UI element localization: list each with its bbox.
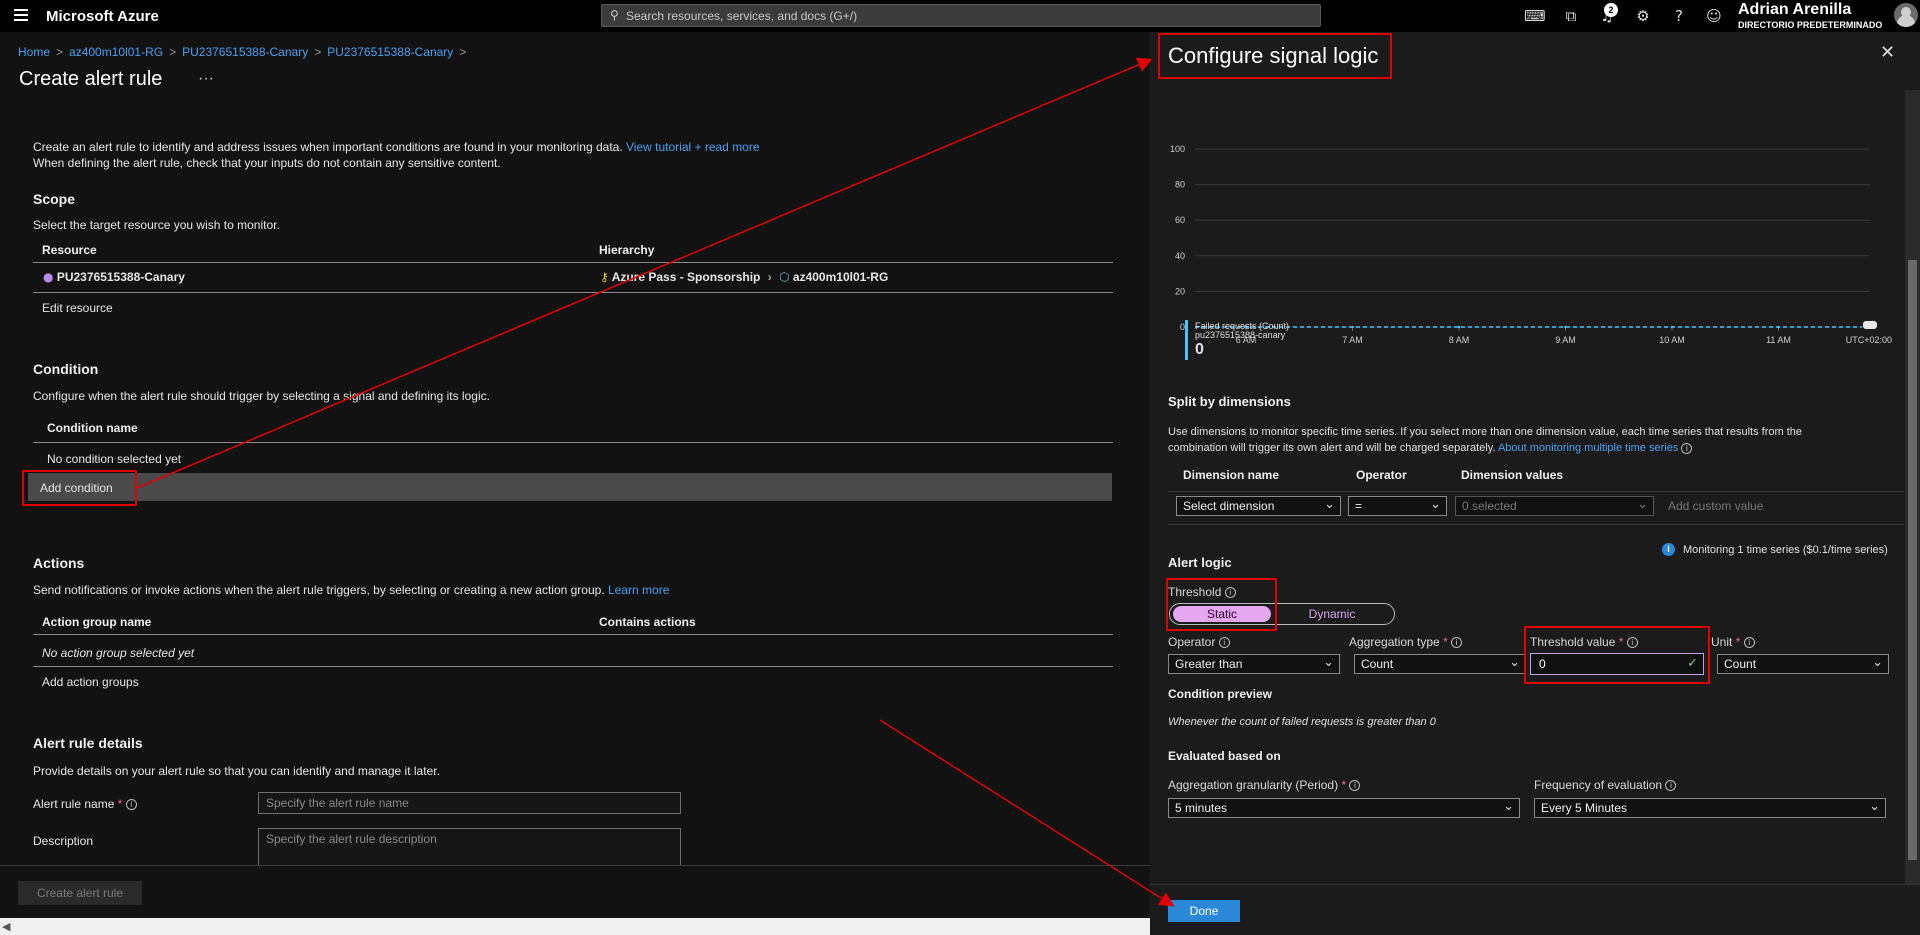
arrow-to-panel-title: [136, 57, 1153, 489]
arrow-to-done: [879, 719, 1175, 907]
annotation-arrows: [136, 57, 1175, 907]
